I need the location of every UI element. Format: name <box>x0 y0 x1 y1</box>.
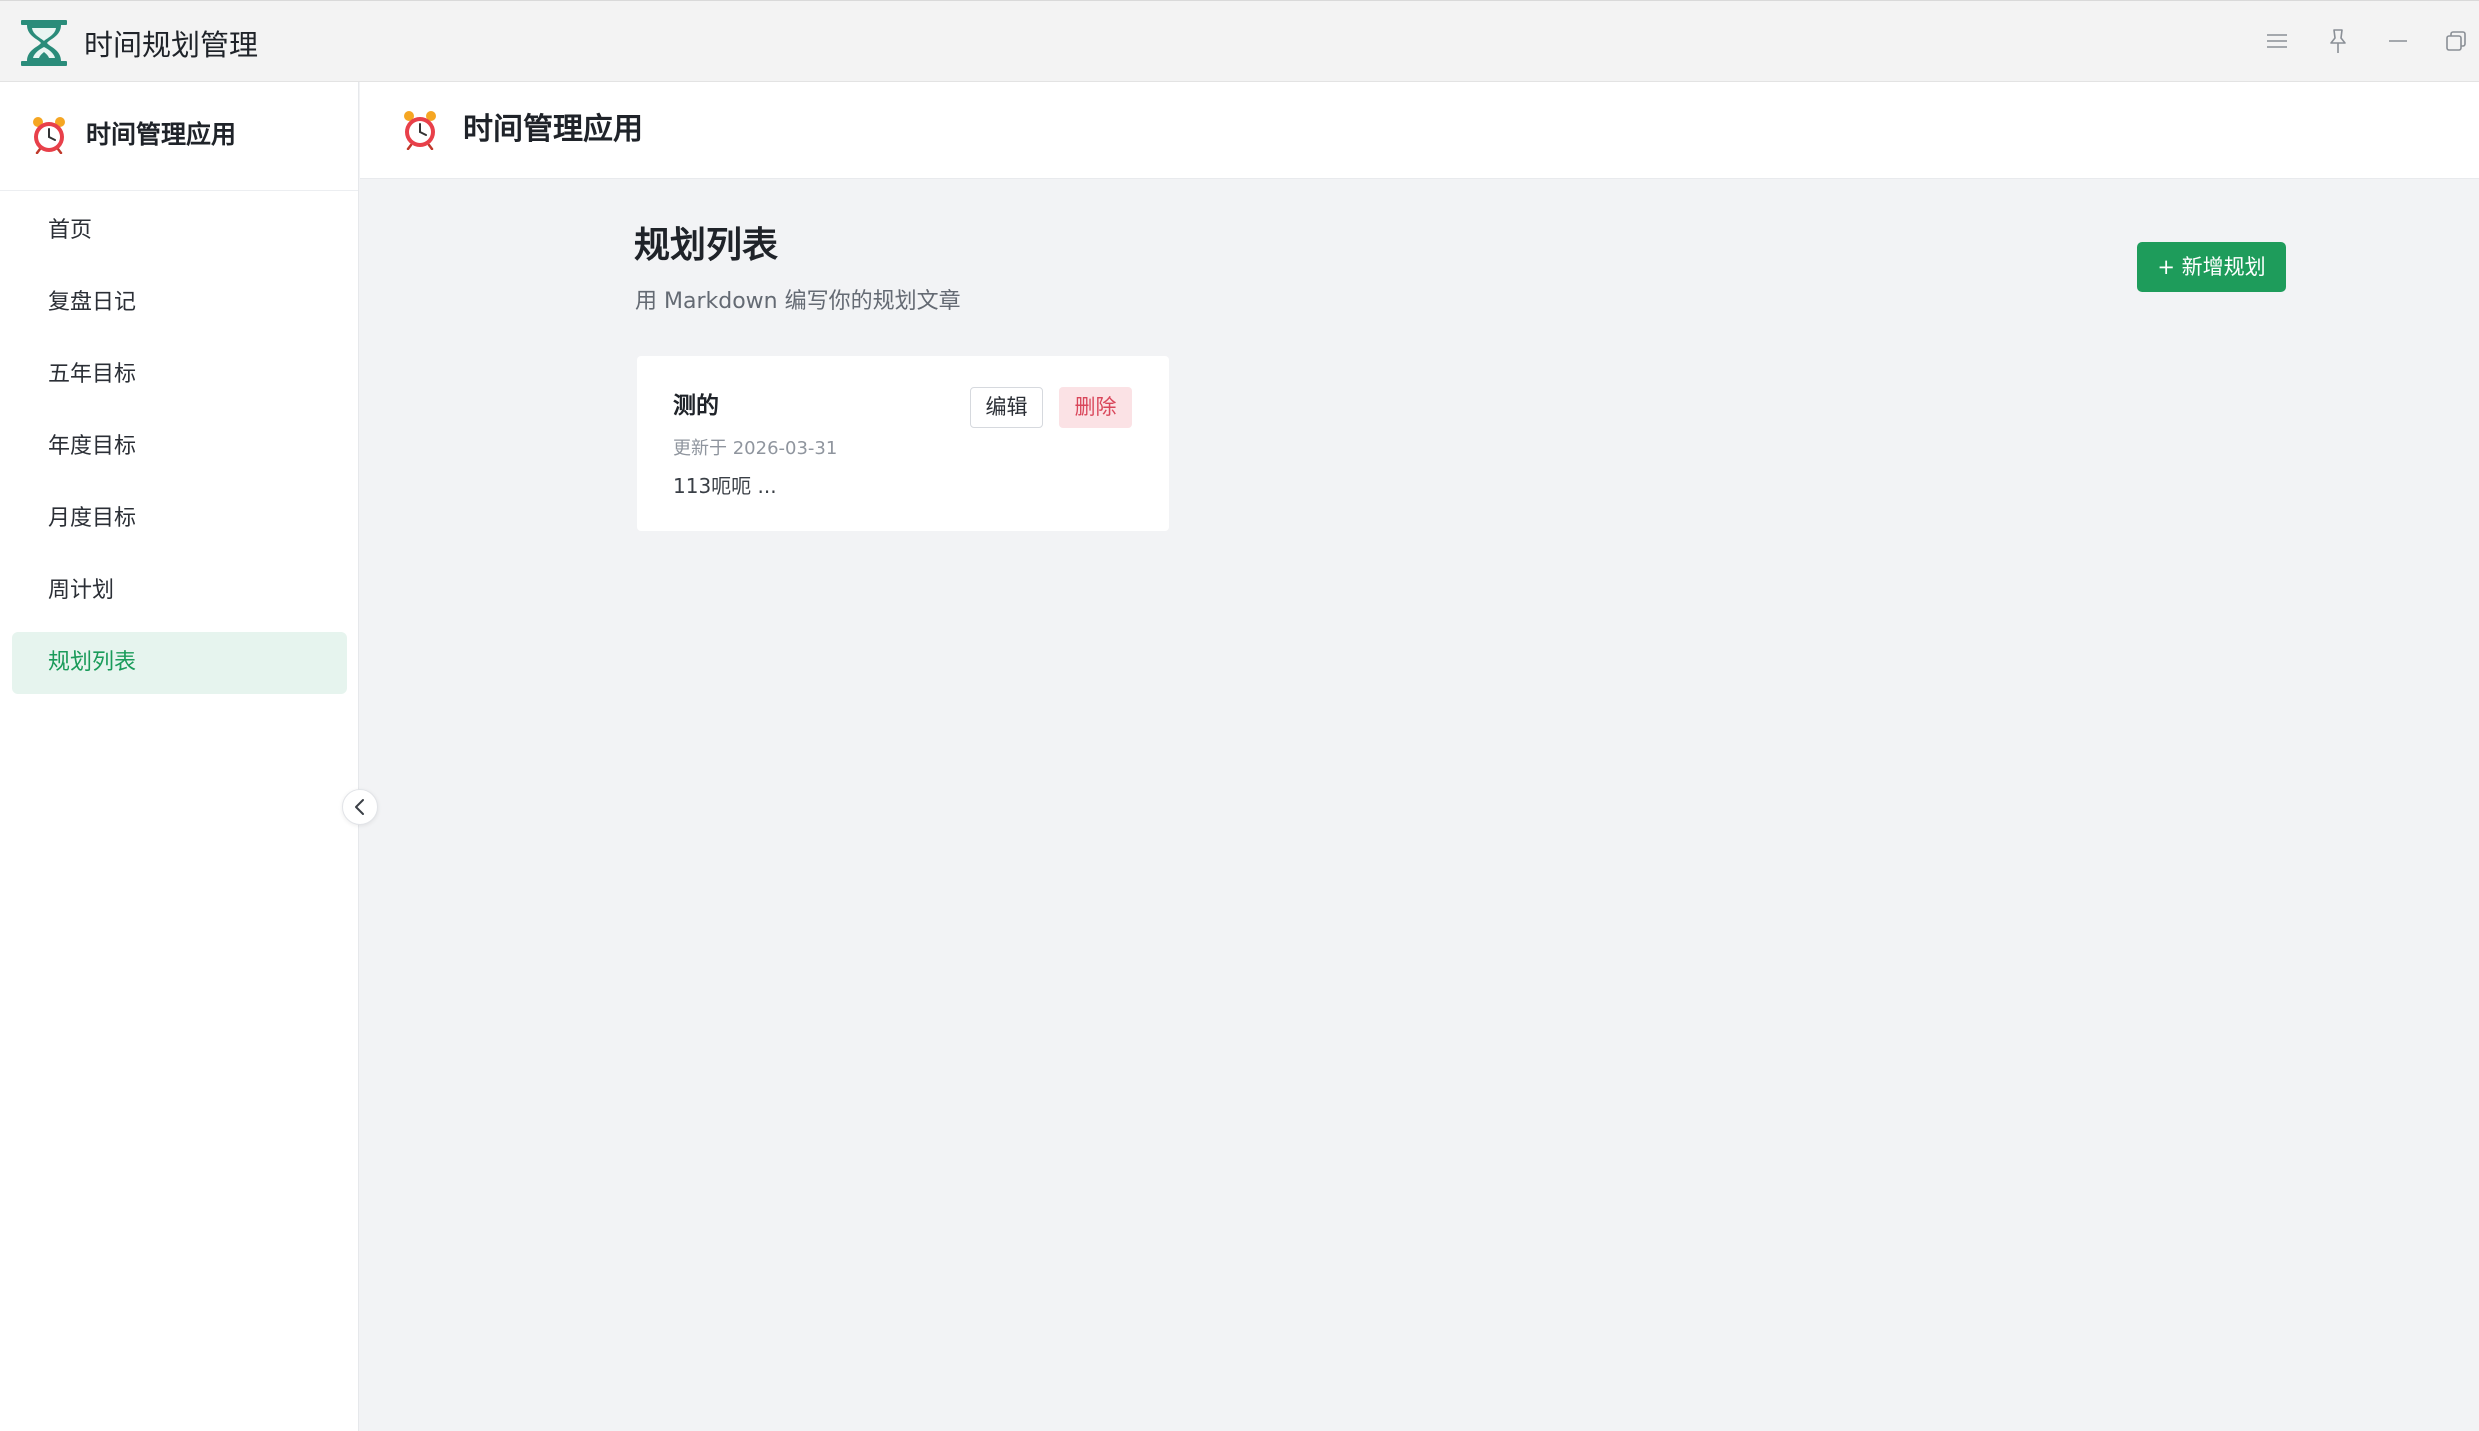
window-title: 时间规划管理 <box>84 28 259 62</box>
plan-title: 测的 <box>673 393 719 419</box>
sidebar-item-review-diary[interactable]: 复盘日记 <box>12 272 347 334</box>
minimize-icon[interactable] <box>2380 23 2416 59</box>
sidebar-collapse-button[interactable] <box>342 789 378 825</box>
restore-icon[interactable] <box>2438 23 2474 59</box>
sidebar-item-annual-goals[interactable]: 年度目标 <box>12 416 347 478</box>
page-title: 规划列表 <box>634 225 779 266</box>
pin-icon[interactable] <box>2320 23 2356 59</box>
plan-excerpt: 113呃呃 ... <box>673 474 777 498</box>
window-titlebar: 时间规划管理 <box>0 0 2479 82</box>
alarm-clock-icon <box>404 111 436 150</box>
chevron-left-icon <box>355 799 364 815</box>
sidebar-item-weekly-plan[interactable]: 周计划 <box>12 560 347 622</box>
sidebar-brand: 时间管理应用 <box>0 82 358 191</box>
edit-button[interactable]: 编辑 <box>970 387 1043 428</box>
alarm-clock-icon <box>33 117 65 154</box>
sidebar-item-plan-list[interactable]: 规划列表 <box>12 632 347 694</box>
sidebar-item-monthly-goals[interactable]: 月度目标 <box>12 488 347 550</box>
sidebar-item-home[interactable]: 首页 <box>12 200 347 262</box>
hourglass-logo-icon <box>21 20 67 66</box>
sidebar-item-five-year-goals[interactable]: 五年目标 <box>12 344 347 406</box>
header-title: 时间管理应用 <box>463 112 643 147</box>
sidebar-brand-title: 时间管理应用 <box>86 120 237 149</box>
plan-updated-date: 更新于 2026-03-31 <box>673 438 838 459</box>
add-plan-button[interactable]: + 新增规划 <box>2137 242 2286 292</box>
sidebar: 时间管理应用 首页 复盘日记 五年目标 年度目标 月度目标 周计划 规划列表 <box>0 82 359 1431</box>
plan-card[interactable]: 测的 编辑 删除 更新于 2026-03-31 113呃呃 ... <box>637 356 1169 531</box>
menu-icon[interactable] <box>2259 23 2295 59</box>
page-subtitle: 用 Markdown 编写你的规划文章 <box>635 289 961 314</box>
delete-button[interactable]: 删除 <box>1059 387 1132 428</box>
main-header: 时间管理应用 <box>360 82 2479 179</box>
